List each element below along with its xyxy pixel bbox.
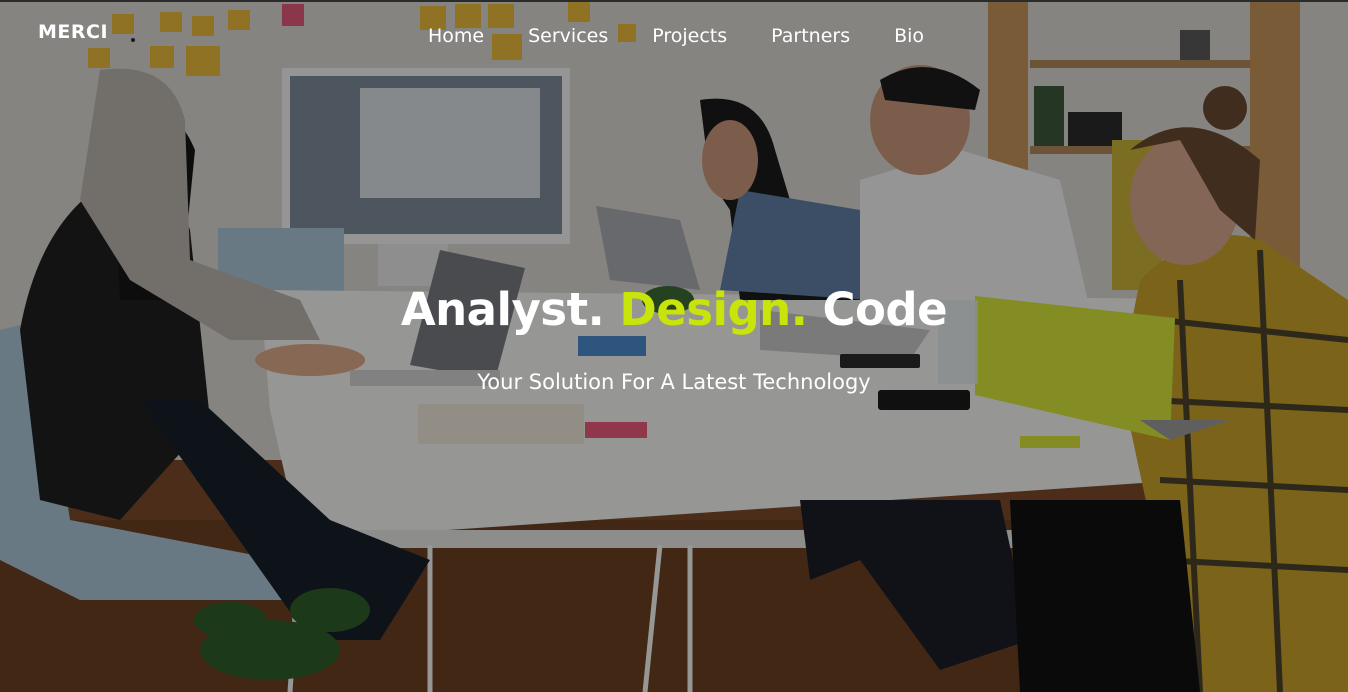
top-border bbox=[0, 0, 1348, 2]
nav-link-services[interactable]: Services bbox=[528, 24, 608, 48]
headline-analyst: Analyst. bbox=[400, 283, 605, 336]
headline-design: Design. bbox=[619, 283, 808, 336]
nav-link-partners[interactable]: Partners bbox=[771, 24, 850, 48]
nav-link-bio[interactable]: Bio bbox=[894, 24, 924, 48]
main-nav: Home Services Projects Partners Bio bbox=[428, 24, 924, 48]
nav-link-projects[interactable]: Projects bbox=[652, 24, 727, 48]
hero-section: MERCI Home Services Projects Partners Bi… bbox=[0, 0, 1348, 692]
brand-logo[interactable]: MERCI bbox=[38, 21, 108, 43]
hero-subtitle: Your Solution For A Latest Technology bbox=[477, 370, 871, 394]
brand-dot bbox=[131, 38, 135, 42]
headline-code: Code bbox=[822, 283, 948, 336]
nav-link-home[interactable]: Home bbox=[428, 24, 484, 48]
hero-headline: Analyst. Design. Code bbox=[0, 283, 1348, 336]
dark-overlay bbox=[0, 0, 1348, 692]
